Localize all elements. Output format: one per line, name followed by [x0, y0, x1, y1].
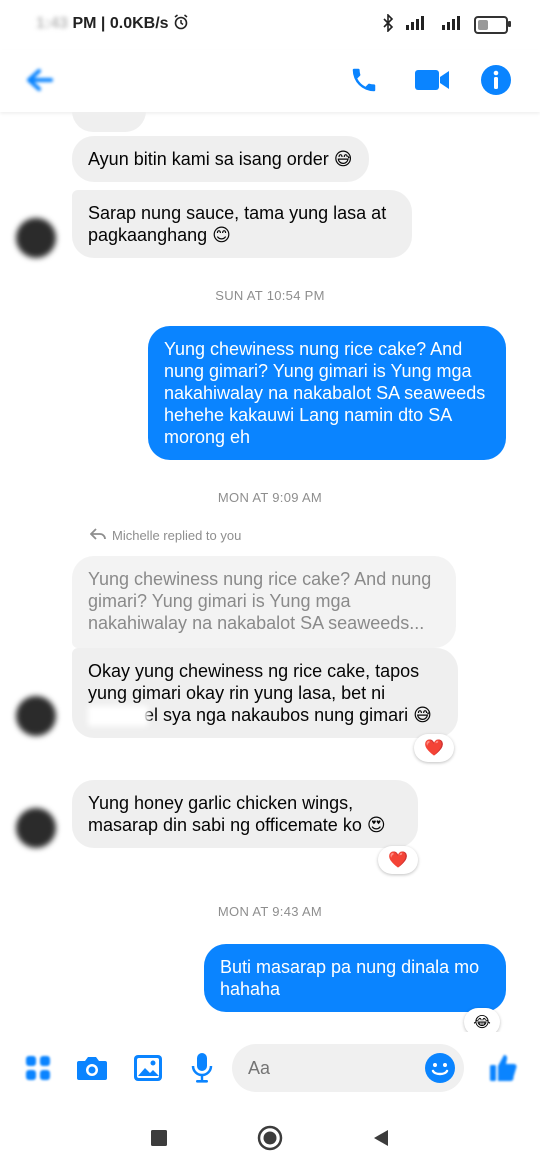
message-bubble-partial[interactable] — [72, 112, 146, 132]
back-arrow-icon[interactable] — [20, 62, 60, 98]
reply-indicator: Michelle replied to you — [89, 528, 242, 543]
avatar[interactable] — [16, 696, 56, 736]
thumbs-up-icon[interactable] — [486, 1050, 522, 1086]
status-time-suffix: PM | 0.0KB/s — [72, 15, 169, 32]
laugh-emoji-icon: 😂 — [473, 1014, 491, 1031]
home-circle-icon[interactable] — [256, 1124, 284, 1152]
video-camera-icon[interactable] — [410, 62, 454, 98]
status-time: 1:43 PM | 0.0KB/s — [36, 14, 189, 33]
message-bubble-incoming[interactable]: Yung honey garlic chicken wings, masarap… — [72, 780, 418, 848]
microphone-icon[interactable] — [184, 1050, 220, 1086]
message-text: Yung chewiness nung rice cake? And nung … — [164, 339, 486, 447]
message-bubble-outgoing[interactable]: Buti masarap pa nung dinala mo hahaha — [204, 944, 506, 1012]
message-thread[interactable]: Ayun bitin kami sa isang order 😅 Sarap n… — [0, 112, 540, 1032]
alarm-icon — [173, 14, 189, 32]
message-bubble-incoming[interactable]: Sarap nung sauce, tama yung lasa at pagk… — [72, 190, 412, 258]
timestamp-divider: MON AT 9:09 AM — [217, 490, 323, 505]
reply-label: Michelle replied to you — [112, 528, 242, 543]
status-bar: 1:43 PM | 0.0KB/s — [0, 0, 540, 50]
message-bubble-outgoing[interactable]: Yung chewiness nung rice cake? And nung … — [148, 326, 506, 460]
heart-icon: ❤️ — [388, 852, 408, 869]
reply-arrow-icon — [89, 528, 106, 543]
message-text: Yung honey garlic chicken wings, masarap… — [88, 793, 386, 835]
triangle-back-icon[interactable] — [367, 1124, 395, 1152]
image-icon[interactable] — [130, 1050, 166, 1086]
message-text: Ayun bitin kami sa isang order 😅 — [88, 149, 353, 169]
quoted-message[interactable]: Yung chewiness nung rice cake? And nung … — [72, 556, 456, 648]
info-icon[interactable] — [476, 60, 516, 100]
quoted-text: Yung chewiness nung rice cake? And nung … — [88, 569, 432, 633]
message-text: Sarap nung sauce, tama yung lasa at pagk… — [88, 203, 387, 245]
avatar[interactable] — [16, 808, 56, 848]
square-icon[interactable] — [145, 1124, 173, 1152]
heart-reaction[interactable]: ❤️ — [378, 846, 418, 874]
heart-reaction[interactable]: ❤️ — [414, 734, 454, 762]
status-icons — [382, 13, 511, 35]
message-text-line1: Okay yung chewiness ng rice cake, tapos … — [88, 661, 420, 703]
message-text-line2: el sya nga nakaubos nung gimari 😅 — [144, 705, 432, 725]
apps-grid-icon[interactable] — [20, 1050, 56, 1086]
message-input[interactable] — [232, 1044, 444, 1092]
status-time-hour: 1:43 — [36, 15, 69, 32]
conversation-header — [0, 50, 540, 112]
message-bubble-incoming[interactable]: Ayun bitin kami sa isang order 😅 — [72, 136, 369, 182]
laugh-reaction[interactable]: 😂 — [464, 1008, 500, 1032]
message-text: Buti masarap pa nung dinala mo hahaha — [220, 957, 480, 999]
message-bubble-incoming[interactable]: Okay yung chewiness ng rice cake, tapos … — [72, 648, 458, 739]
heart-icon: ❤️ — [424, 740, 444, 757]
avatar[interactable] — [16, 218, 56, 258]
smiley-icon[interactable] — [424, 1052, 456, 1084]
wifi-icon — [440, 15, 464, 34]
system-nav-bar — [0, 1104, 540, 1170]
timestamp-divider: SUN AT 10:54 PM — [215, 288, 325, 303]
message-input-container[interactable] — [232, 1044, 464, 1092]
message-composer — [0, 1032, 540, 1104]
timestamp-divider: MON AT 9:43 AM — [217, 904, 323, 919]
signal-icon — [404, 15, 430, 34]
camera-icon[interactable] — [74, 1050, 110, 1086]
redacted-name — [88, 706, 148, 727]
bluetooth-icon — [382, 13, 394, 35]
phone-icon[interactable] — [344, 62, 384, 98]
battery-level — [478, 19, 488, 30]
battery-icon — [474, 15, 511, 34]
